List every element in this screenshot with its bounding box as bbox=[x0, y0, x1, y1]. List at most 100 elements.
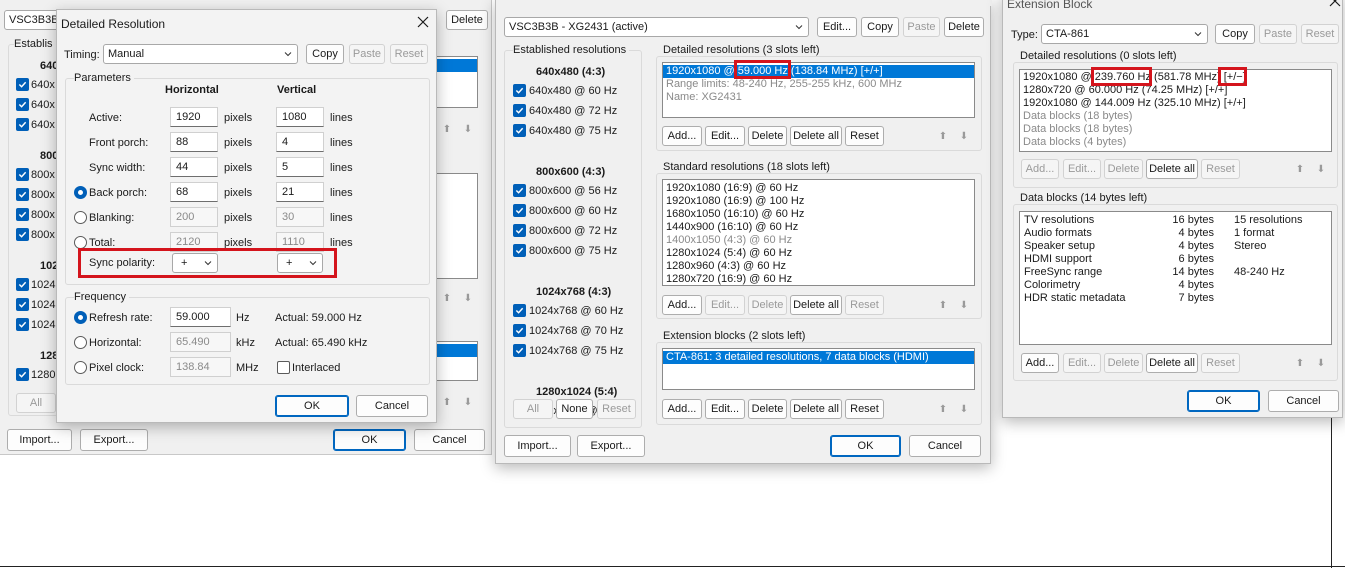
bg-check-8[interactable] bbox=[16, 278, 29, 291]
type-copy-button[interactable]: Copy bbox=[1215, 24, 1255, 44]
bg-down-icon[interactable]: ⬇ bbox=[461, 122, 475, 136]
list-item[interactable]: 1920x1080 (16:9) @ 100 Hz bbox=[663, 195, 974, 208]
param-v-input[interactable]: 30 bbox=[276, 207, 324, 227]
param-radio-4[interactable] bbox=[74, 211, 87, 224]
bg-list-1[interactable] bbox=[436, 56, 478, 108]
ext-close-icon[interactable] bbox=[1327, 0, 1343, 9]
bg-check-10[interactable] bbox=[16, 318, 29, 331]
ext-ok-button[interactable]: OK bbox=[1187, 390, 1260, 412]
detailed-reset-button[interactable]: Reset bbox=[845, 126, 884, 146]
type-paste-button[interactable]: Paste bbox=[1259, 24, 1297, 44]
standard-down-icon[interactable]: ⬇ bbox=[957, 298, 971, 312]
param-v-input[interactable]: 4 bbox=[276, 132, 324, 152]
detailed-list[interactable]: 1920x1080 @ 59.000 Hz (138.84 MHz) [+/+]… bbox=[662, 62, 975, 118]
bg-down-icon-3[interactable]: ⬇ bbox=[461, 395, 475, 409]
standard-edit-button[interactable]: Edit... bbox=[705, 295, 745, 315]
list-item[interactable]: 1680x1050 (16:10) @ 60 Hz bbox=[663, 208, 974, 221]
main-ok-button[interactable]: OK bbox=[830, 435, 901, 457]
datablock-row[interactable]: Colorimetry 4 bytes bbox=[1024, 279, 1303, 292]
horizontal-radio[interactable] bbox=[74, 336, 87, 349]
standard-deleteall-button[interactable]: Delete all bbox=[790, 295, 842, 315]
type-combo[interactable]: CTA-861 bbox=[1041, 24, 1208, 44]
monitor-delete-button[interactable]: Delete bbox=[944, 17, 984, 37]
datablocks-add-button[interactable]: Add... bbox=[1021, 353, 1059, 373]
est-checkbox[interactable] bbox=[513, 244, 526, 257]
datablocks-up-icon[interactable]: ⬆ bbox=[1293, 356, 1307, 370]
ext-detailed-list[interactable]: 1920x1080 @ 239.760 Hz (581.78 MHz) [+/−… bbox=[1019, 69, 1332, 152]
est-checkbox[interactable] bbox=[513, 84, 526, 97]
ext-detailed-up-icon[interactable]: ⬆ bbox=[1293, 162, 1307, 176]
detailed-edit-button[interactable]: Edit... bbox=[705, 126, 745, 146]
list-item[interactable]: 1920x1080 (16:9) @ 60 Hz bbox=[663, 182, 974, 195]
list-item[interactable]: 1280x720 @ 60.000 Hz (74.25 MHz) [+/+] bbox=[1020, 84, 1331, 97]
bg-cancel-button[interactable]: Cancel bbox=[414, 429, 485, 451]
ext-edit-button[interactable]: Edit... bbox=[705, 399, 745, 419]
standard-list[interactable]: 1920x1080 (16:9) @ 60 Hz 1920x1080 (16:9)… bbox=[662, 179, 975, 286]
list-item[interactable]: Data blocks (4 bytes) bbox=[1020, 136, 1331, 149]
bg-ok-button[interactable]: OK bbox=[333, 429, 406, 451]
list-item[interactable]: 1440x900 (16:10) @ 60 Hz bbox=[663, 221, 974, 234]
est-none-button[interactable]: None bbox=[556, 399, 593, 419]
param-v-input[interactable]: 1080 bbox=[276, 107, 324, 127]
ext-down-icon[interactable]: ⬇ bbox=[957, 402, 971, 416]
bg-check-1[interactable] bbox=[16, 78, 29, 91]
bg-check-9[interactable] bbox=[16, 298, 29, 311]
detailed-up-icon[interactable]: ⬆ bbox=[936, 129, 950, 143]
datablocks-list[interactable]: TV resolutions 16 bytes 15 resolutions Audi… bbox=[1019, 211, 1332, 345]
type-reset-button[interactable]: Reset bbox=[1301, 24, 1339, 44]
est-checkbox[interactable] bbox=[513, 344, 526, 357]
timing-combo[interactable]: Manual bbox=[103, 44, 298, 64]
ext-deleteall-button[interactable]: Delete all bbox=[790, 399, 842, 419]
import-button[interactable]: Import... bbox=[504, 435, 571, 457]
detailed-cancel-button[interactable]: Cancel bbox=[356, 395, 428, 417]
bg-monitor-combo[interactable]: VSC3B3B bbox=[4, 10, 60, 30]
bg-up-icon-2[interactable]: ⬆ bbox=[440, 291, 454, 305]
list-item[interactable]: 1920x1080 @ 239.760 Hz (581.78 MHz) [+/−… bbox=[1020, 71, 1331, 84]
datablock-row[interactable]: Audio formats 4 bytes 1 format bbox=[1024, 227, 1303, 240]
bg-export-button[interactable]: Export... bbox=[80, 429, 148, 451]
est-checkbox[interactable] bbox=[513, 124, 526, 137]
export-button[interactable]: Export... bbox=[577, 435, 645, 457]
main-cancel-button[interactable]: Cancel bbox=[909, 435, 981, 457]
list-item[interactable]: 1920x1080 @ 59.000 Hz (138.84 MHz) [+/+] bbox=[663, 65, 974, 78]
param-v-input[interactable]: 5 bbox=[276, 157, 324, 177]
monitor-combo[interactable]: VSC3B3B - XG2431 (active) bbox=[504, 17, 809, 37]
datablocks-reset-button[interactable]: Reset bbox=[1201, 353, 1240, 373]
bg-import-button[interactable]: Import... bbox=[7, 429, 72, 451]
bg-check-11[interactable] bbox=[16, 368, 29, 381]
ext-detailed-reset-button[interactable]: Reset bbox=[1201, 159, 1240, 179]
ext-detailed-edit-button[interactable]: Edit... bbox=[1063, 159, 1101, 179]
est-checkbox[interactable] bbox=[513, 324, 526, 337]
bg-list-3[interactable] bbox=[436, 341, 478, 381]
list-item[interactable]: 1280x720 (16:9) @ 60 Hz bbox=[663, 273, 974, 285]
bg-down-icon-2[interactable]: ⬇ bbox=[461, 291, 475, 305]
list-item[interactable]: 1280x960 (4:3) @ 60 Hz bbox=[663, 260, 974, 273]
bg-up-icon[interactable]: ⬆ bbox=[440, 122, 454, 136]
datablock-row[interactable]: Speaker setup 4 bytes Stereo bbox=[1024, 240, 1303, 253]
param-h-input[interactable]: 200 bbox=[170, 207, 218, 227]
detailed-delete-button[interactable]: Delete bbox=[748, 126, 787, 146]
monitor-edit-button[interactable]: Edit... bbox=[817, 17, 857, 37]
param-h-input[interactable]: 68 bbox=[170, 182, 218, 202]
list-item[interactable]: Name: XG2431 bbox=[663, 91, 974, 104]
param-h-input[interactable]: 44 bbox=[170, 157, 218, 177]
ext-delete-button[interactable]: Delete bbox=[748, 399, 787, 419]
datablock-row[interactable]: HDR static metadata 7 bytes bbox=[1024, 292, 1303, 305]
ext-detailed-delete-button[interactable]: Delete bbox=[1104, 159, 1143, 179]
standard-reset-button[interactable]: Reset bbox=[845, 295, 884, 315]
param-radio-3[interactable] bbox=[74, 186, 87, 199]
standard-delete-button[interactable]: Delete bbox=[748, 295, 787, 315]
param-h-input[interactable]: 88 bbox=[170, 132, 218, 152]
datablock-row[interactable]: FreeSync range 14 bytes 48-240 Hz bbox=[1024, 266, 1303, 279]
ext-detailed-add-button[interactable]: Add... bbox=[1021, 159, 1059, 179]
list-item[interactable]: Range limits: 48-240 Hz, 255-255 kHz, 60… bbox=[663, 78, 974, 91]
datablock-row[interactable]: HDMI support 6 bytes bbox=[1024, 253, 1303, 266]
bg-up-icon-3[interactable]: ⬆ bbox=[440, 395, 454, 409]
detailed-ok-button[interactable]: OK bbox=[275, 395, 349, 417]
standard-up-icon[interactable]: ⬆ bbox=[936, 298, 950, 312]
horizontal-freq-input[interactable]: 65.490 bbox=[170, 332, 231, 352]
monitor-copy-button[interactable]: Copy bbox=[861, 17, 899, 37]
timing-copy-button[interactable]: Copy bbox=[306, 44, 344, 64]
close-icon[interactable] bbox=[415, 14, 431, 30]
bg-check-5[interactable] bbox=[16, 188, 29, 201]
